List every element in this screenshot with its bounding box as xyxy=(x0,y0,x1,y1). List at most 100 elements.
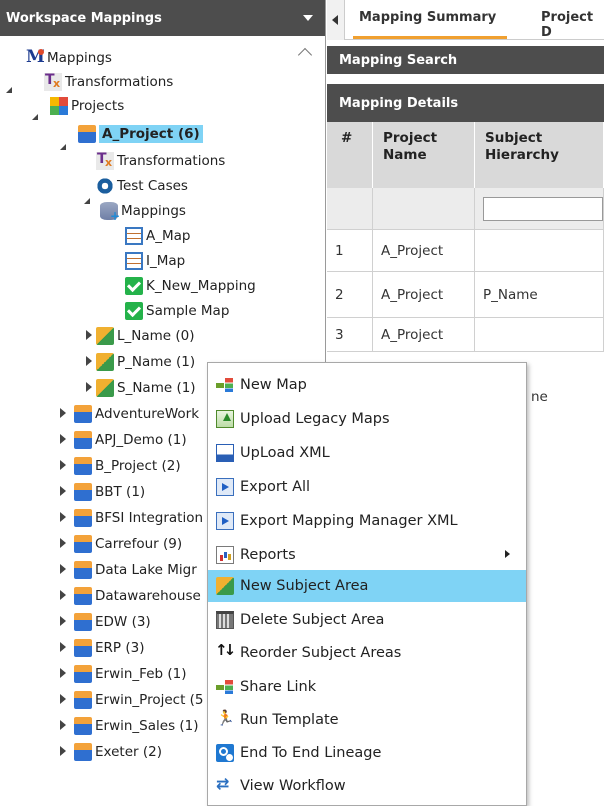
expand-toggle[interactable] xyxy=(60,590,66,600)
expand-toggle[interactable] xyxy=(60,538,66,548)
tree-item-a-mappings[interactable]: Mappings xyxy=(100,199,186,223)
project-folder-icon xyxy=(74,613,92,631)
tree-item-label: Datawarehouse xyxy=(95,588,201,604)
collapse-toggle[interactable] xyxy=(32,114,38,120)
expand-toggle[interactable] xyxy=(60,460,66,470)
tree-item-project[interactable]: Erwin_Sales (1) xyxy=(74,714,199,738)
map-table-icon xyxy=(125,252,143,270)
menu-item-new-map[interactable]: New Map xyxy=(208,369,526,401)
export-icon xyxy=(216,478,234,496)
menu-item-delete-subject-area[interactable]: Delete Subject Area xyxy=(208,604,526,636)
menu-item-upload-legacy-maps[interactable]: Upload Legacy Maps xyxy=(208,403,526,435)
tree-item-subject-area[interactable]: P_Name (1) xyxy=(96,350,195,374)
menu-item-label: UpLoad XML xyxy=(240,445,330,461)
transformations-icon xyxy=(44,72,62,91)
menu-item-upload-xml[interactable]: UpLoad XML xyxy=(208,437,526,469)
tree-item-projects[interactable]: Projects xyxy=(50,94,124,118)
expand-toggle[interactable] xyxy=(60,434,66,444)
subject-area-icon xyxy=(96,327,114,345)
column-header-number[interactable]: # xyxy=(327,122,373,188)
project-name-cell[interactable]: A_Project xyxy=(373,230,475,272)
tree-item-project[interactable]: EDW (3) xyxy=(74,610,151,634)
tree-item-label: Mappings xyxy=(47,50,112,66)
menu-item-label: Share Link xyxy=(240,679,317,695)
test-cases-icon xyxy=(96,177,114,195)
tree-item-project[interactable]: ERP (3) xyxy=(74,636,144,660)
menu-item-export-all[interactable]: Export All xyxy=(208,471,526,503)
menu-item-label: Run Template xyxy=(240,712,339,728)
workspace-mappings-header[interactable]: Workspace Mappings xyxy=(0,0,325,36)
tree-item-label: Mappings xyxy=(121,203,186,219)
tree-item-a-transformations[interactable]: Transformations xyxy=(96,149,225,173)
tree-item-a-project[interactable]: A_Project (6) xyxy=(78,122,203,146)
mapping-search-section[interactable]: Mapping Search xyxy=(327,46,604,74)
expand-toggle[interactable] xyxy=(60,642,66,652)
menu-item-run-template[interactable]: Run Template xyxy=(208,704,526,736)
expand-toggle[interactable] xyxy=(60,694,66,704)
expand-toggle[interactable] xyxy=(60,720,66,730)
tree-item-label: BBT (1) xyxy=(95,484,146,500)
expand-toggle[interactable] xyxy=(86,382,92,392)
tree-item-project[interactable]: Exeter (2) xyxy=(74,740,162,764)
tree-item-project[interactable]: APJ_Demo (1) xyxy=(74,428,187,452)
tree-item-project[interactable]: Datawarehouse xyxy=(74,584,201,608)
tree-item-test-cases[interactable]: Test Cases xyxy=(96,174,188,198)
tree-item-map[interactable]: Sample Map xyxy=(125,299,229,323)
project-folder-icon xyxy=(74,561,92,579)
subject-hierarchy-cell[interactable]: P_Name xyxy=(475,272,604,318)
column-header-subject-hierarchy[interactable]: Subject Hierarchy xyxy=(475,122,604,188)
tree-item-project[interactable]: Carrefour (9) xyxy=(74,532,182,556)
tree-item-project[interactable]: B_Project (2) xyxy=(74,454,181,478)
subject-hierarchy-cell[interactable]: ne xyxy=(523,380,604,414)
expand-toggle[interactable] xyxy=(60,616,66,626)
tree-item-project[interactable]: Erwin_Feb (1) xyxy=(74,662,187,686)
collapse-toggle[interactable] xyxy=(60,144,66,150)
tree-item-project[interactable]: Erwin_Project (5 xyxy=(74,688,204,712)
tree-item-project[interactable]: AdventureWork xyxy=(74,402,199,426)
expand-toggle[interactable] xyxy=(60,512,66,522)
tree-item-label: S_Name (1) xyxy=(117,380,196,396)
tree-item-map[interactable]: I_Map xyxy=(125,249,185,273)
tree-item-transformations[interactable]: Transformations xyxy=(44,70,173,94)
expand-toggle[interactable] xyxy=(60,486,66,496)
menu-item-label: Reports xyxy=(240,547,296,563)
subject-hierarchy-filter-input[interactable] xyxy=(483,196,603,221)
menu-item-end-to-end-lineage[interactable]: End To End Lineage xyxy=(208,737,526,769)
expand-toggle[interactable] xyxy=(60,564,66,574)
tree-item-subject-area[interactable]: L_Name (0) xyxy=(96,324,195,348)
menu-item-share-link[interactable]: Share Link xyxy=(208,671,526,703)
project-name-cell[interactable]: A_Project xyxy=(373,318,475,352)
column-header-project-name[interactable]: Project Name xyxy=(373,122,475,188)
mapping-details-section: Mapping Details xyxy=(327,84,604,122)
menu-item-export-mapping-manager-xml[interactable]: Export Mapping Manager XML xyxy=(208,505,526,537)
menu-item-label: Reorder Subject Areas xyxy=(240,645,402,661)
tree-item-project[interactable]: BFSI Integration xyxy=(74,506,203,530)
menu-item-view-workflow[interactable]: View Workflow xyxy=(208,770,526,802)
subject-hierarchy-cell[interactable] xyxy=(475,318,604,352)
subject-hierarchy-cell[interactable] xyxy=(475,230,604,272)
menu-item-reorder-subject-areas[interactable]: Reorder Subject Areas xyxy=(208,637,526,669)
menu-item-new-subject-area[interactable]: New Subject Area xyxy=(208,570,526,602)
expand-toggle[interactable] xyxy=(86,356,92,366)
expand-toggle[interactable] xyxy=(86,330,92,340)
expand-toggle[interactable] xyxy=(60,668,66,678)
tab-project-details[interactable]: Project D xyxy=(541,10,604,40)
chevron-down-icon[interactable] xyxy=(303,15,313,21)
workflow-icon xyxy=(216,774,234,795)
tree-item-map[interactable]: K_New_Mapping xyxy=(125,274,256,298)
collapse-toggle[interactable] xyxy=(84,198,90,204)
expand-toggle[interactable] xyxy=(60,746,66,756)
scroll-up-arrow[interactable] xyxy=(297,47,313,63)
tree-item-map[interactable]: A_Map xyxy=(125,224,190,248)
tab-scroll-left-button[interactable] xyxy=(327,0,345,40)
export-icon xyxy=(216,512,234,530)
collapse-toggle[interactable] xyxy=(6,87,12,93)
tree-item-mappings-root[interactable]: Mappings xyxy=(26,46,112,70)
tab-mapping-summary[interactable]: Mapping Summary xyxy=(359,10,496,25)
tree-item-subject-area[interactable]: S_Name (1) xyxy=(96,376,196,400)
menu-item-reports[interactable]: Reports xyxy=(208,539,526,571)
expand-toggle[interactable] xyxy=(60,408,66,418)
tree-item-project[interactable]: Data Lake Migr xyxy=(74,558,197,582)
tree-item-project[interactable]: BBT (1) xyxy=(74,480,145,504)
project-name-cell[interactable]: A_Project xyxy=(373,272,475,318)
